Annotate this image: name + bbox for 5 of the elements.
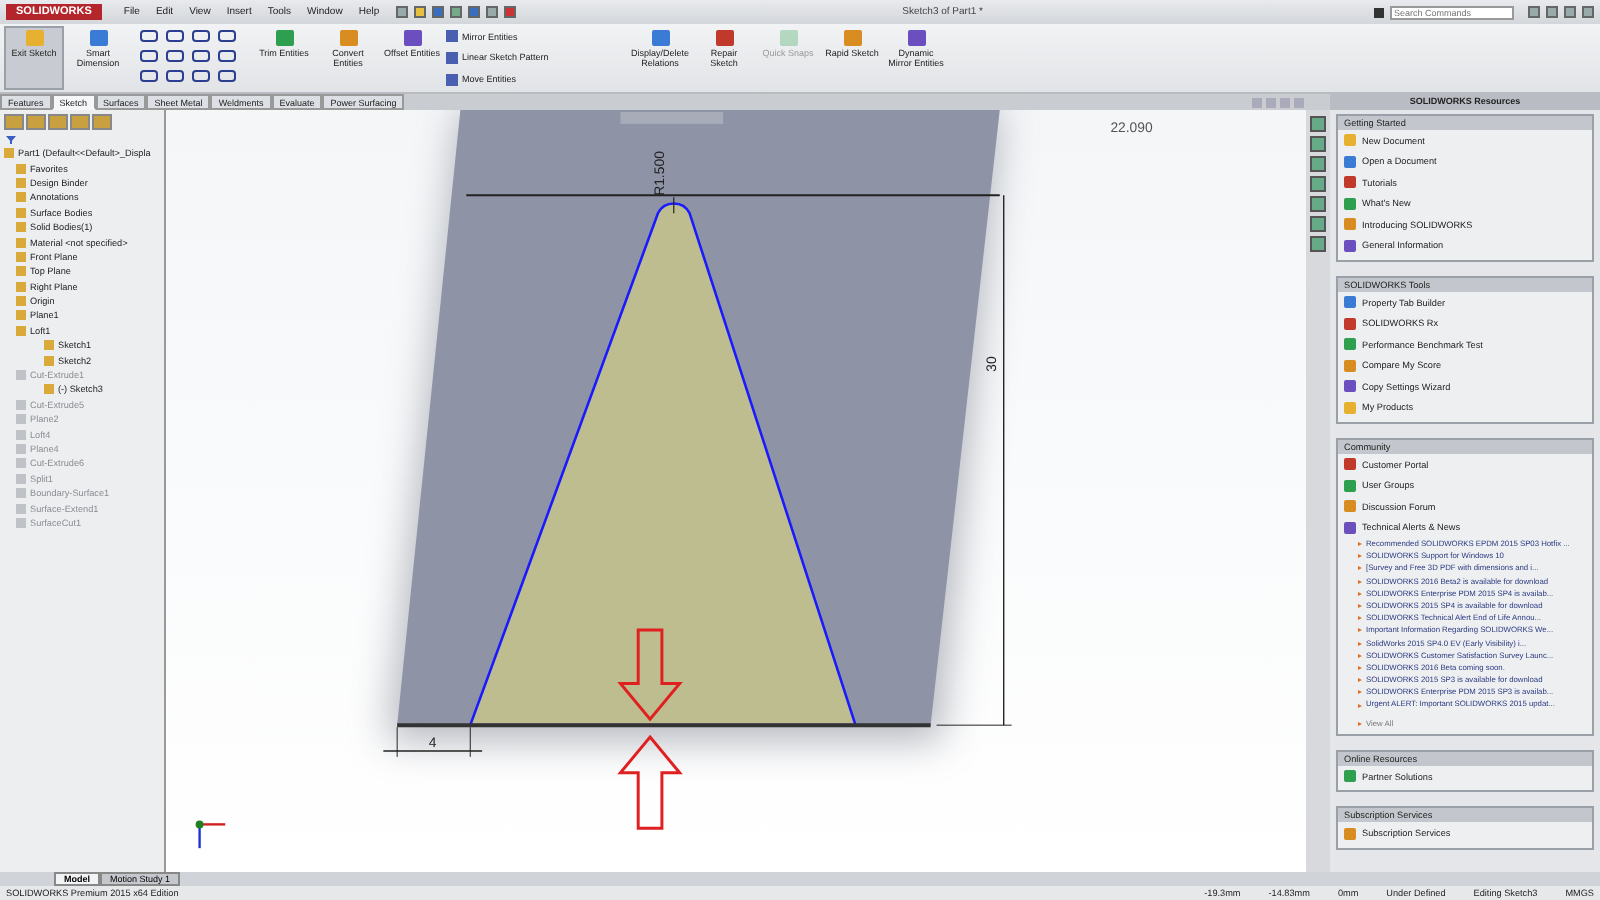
down-arrow <box>617 628 683 722</box>
axis-triad-icon <box>195 820 226 849</box>
filter-icon[interactable] <box>6 136 16 144</box>
up-arrow <box>617 734 683 830</box>
dimension-line <box>382 726 483 758</box>
